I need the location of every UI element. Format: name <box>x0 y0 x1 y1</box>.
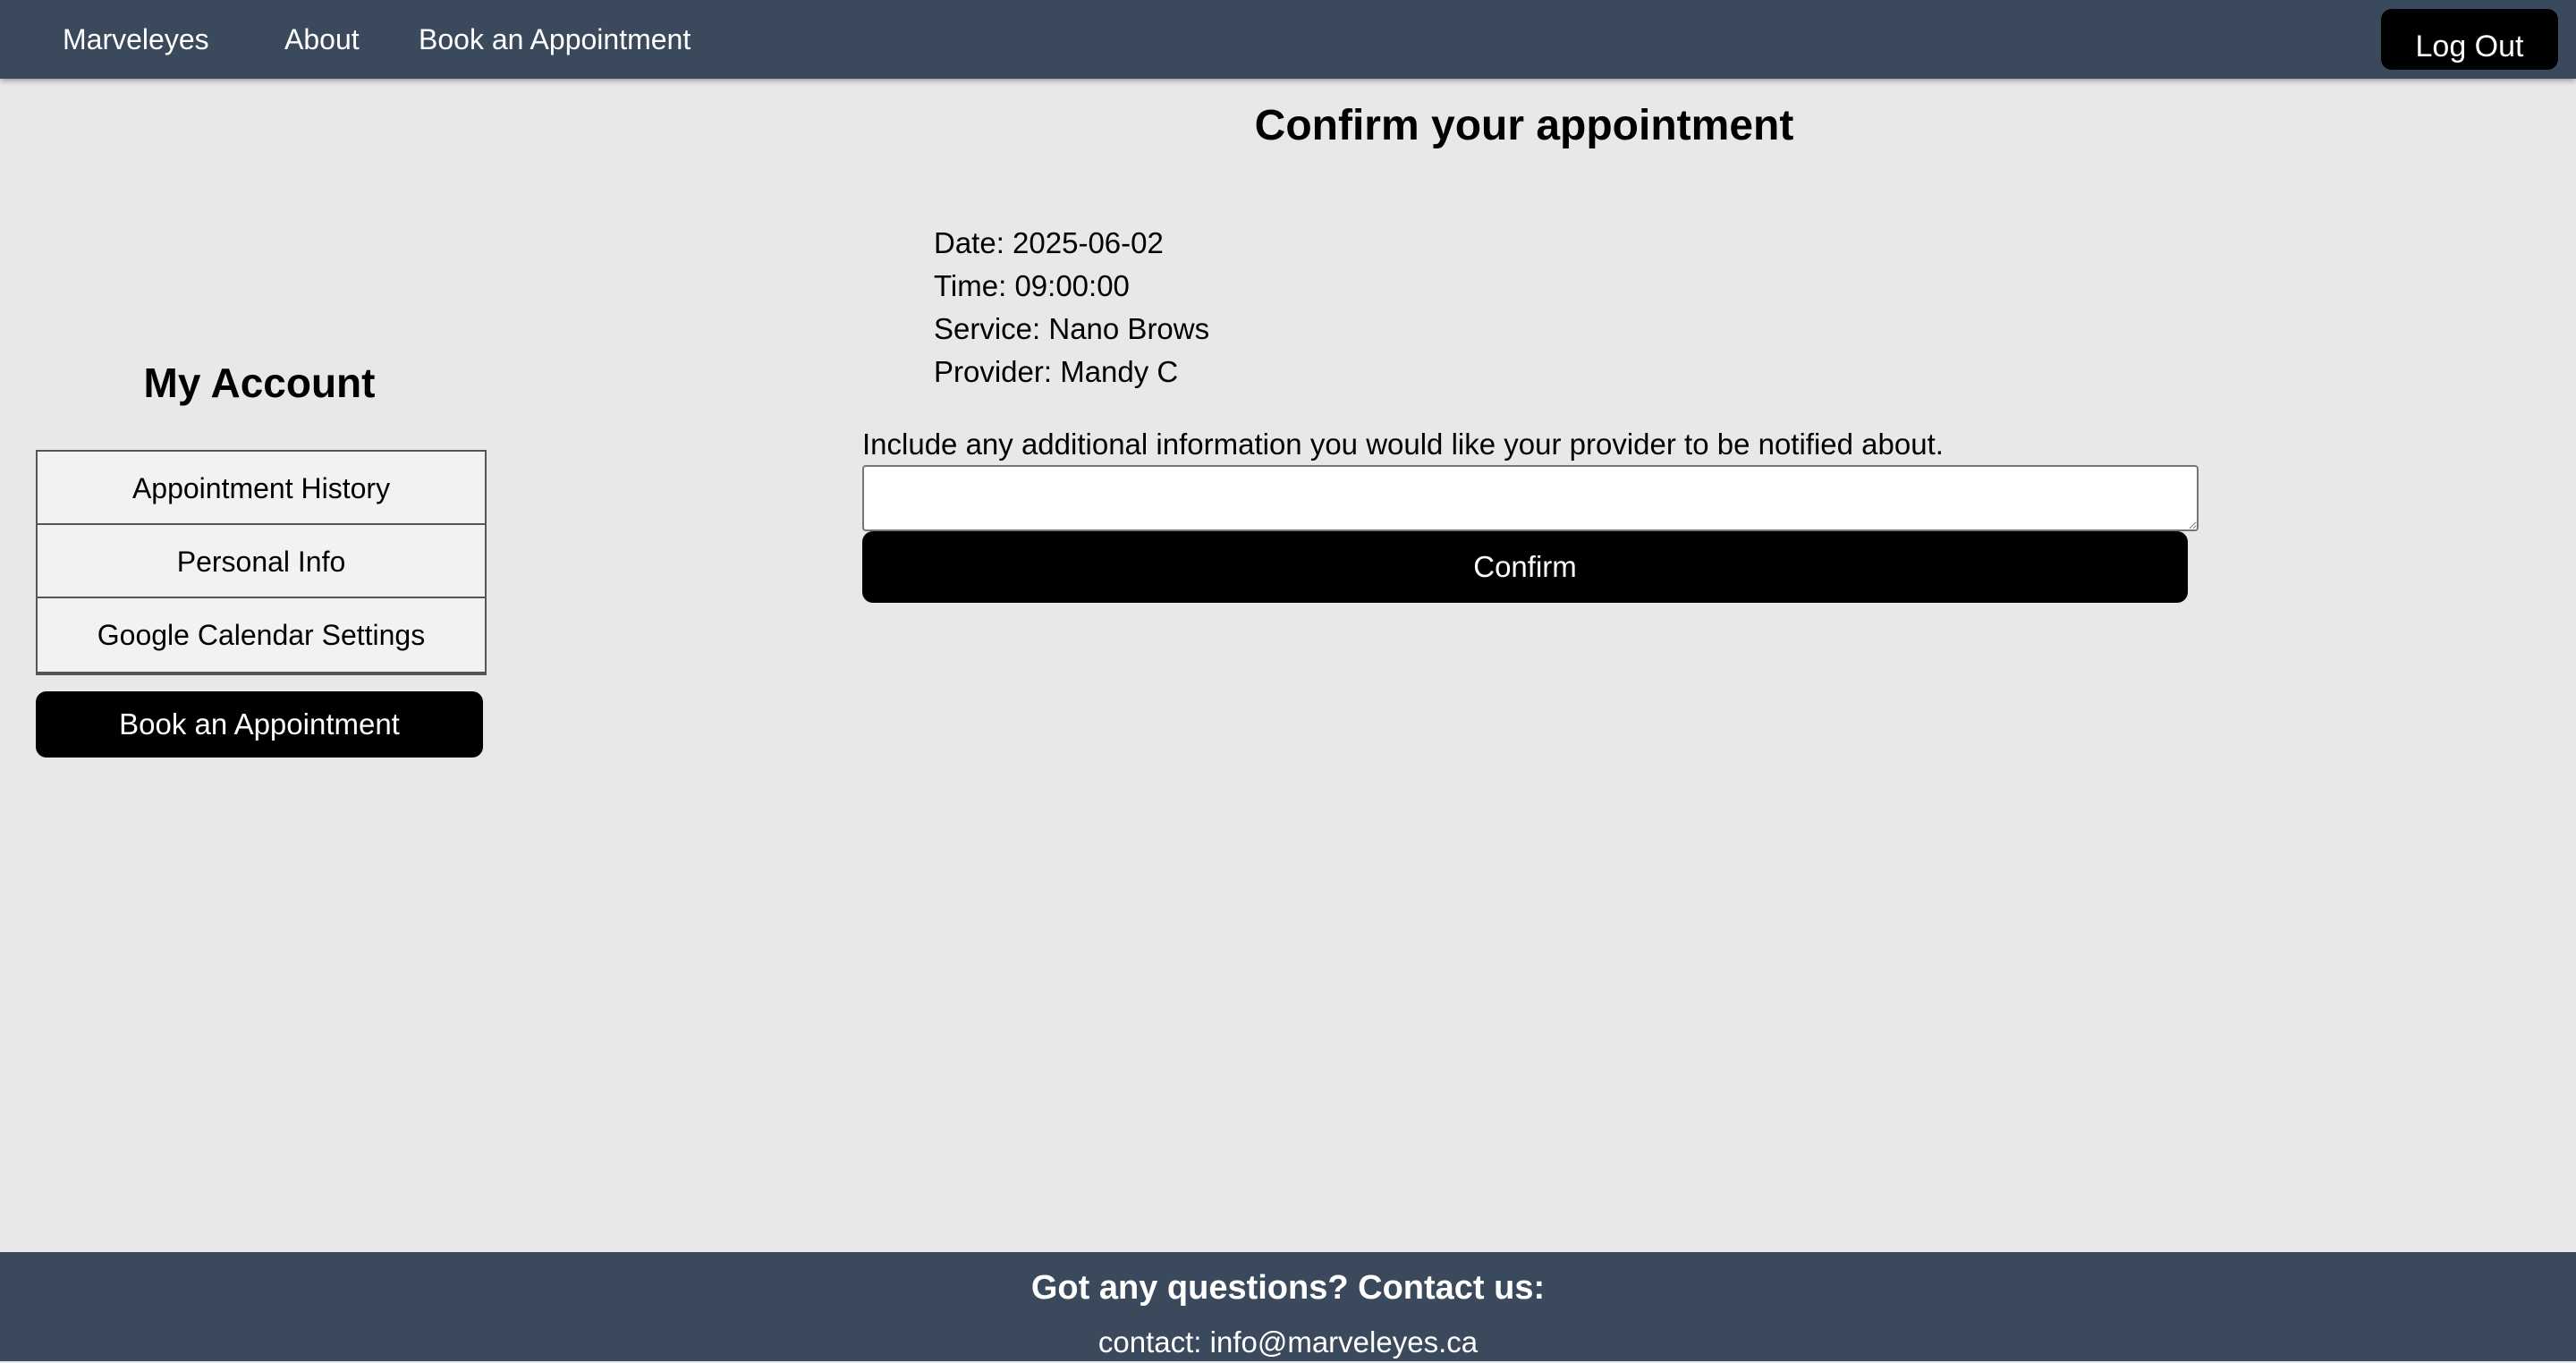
book-appointment-button[interactable]: Book an Appointment <box>36 691 483 758</box>
nav-book-appointment-link[interactable]: Book an Appointment <box>419 20 691 59</box>
nav-brand-link[interactable]: Marveleyes <box>63 20 209 59</box>
top-navigation-bar: Marveleyes About Book an Appointment Log… <box>0 0 2576 79</box>
confirm-button[interactable]: Confirm <box>862 531 2188 603</box>
appointment-details: Date: 2025-06-02 Time: 09:00:00 Service:… <box>934 222 1209 394</box>
menu-item-google-calendar-settings[interactable]: Google Calendar Settings <box>38 598 485 672</box>
appointment-time: Time: 09:00:00 <box>934 269 1130 302</box>
nav-about-link[interactable]: About <box>284 20 360 59</box>
additional-info-label: Include any additional information you w… <box>862 428 1944 461</box>
menu-item-personal-info[interactable]: Personal Info <box>38 525 485 598</box>
page-title: Confirm your appointment <box>1254 102 1794 149</box>
footer: Got any questions? Contact us: contact: … <box>0 1252 2576 1361</box>
menu-item-appointment-history[interactable]: Appointment History <box>38 452 485 525</box>
footer-heading: Got any questions? Contact us: <box>1030 1269 1546 1307</box>
logout-button[interactable]: Log Out <box>2381 9 2558 70</box>
account-title: My Account <box>143 360 376 406</box>
account-menu: Appointment History Personal Info Google… <box>36 450 487 675</box>
appointment-service: Service: Nano Brows <box>934 312 1210 345</box>
appointment-provider: Provider: Mandy C <box>934 355 1179 388</box>
footer-contact-email[interactable]: contact: info@marveleyes.ca <box>0 1322 2576 1363</box>
additional-info-textarea[interactable] <box>862 465 2199 531</box>
appointment-date: Date: 2025-06-02 <box>934 226 1164 259</box>
